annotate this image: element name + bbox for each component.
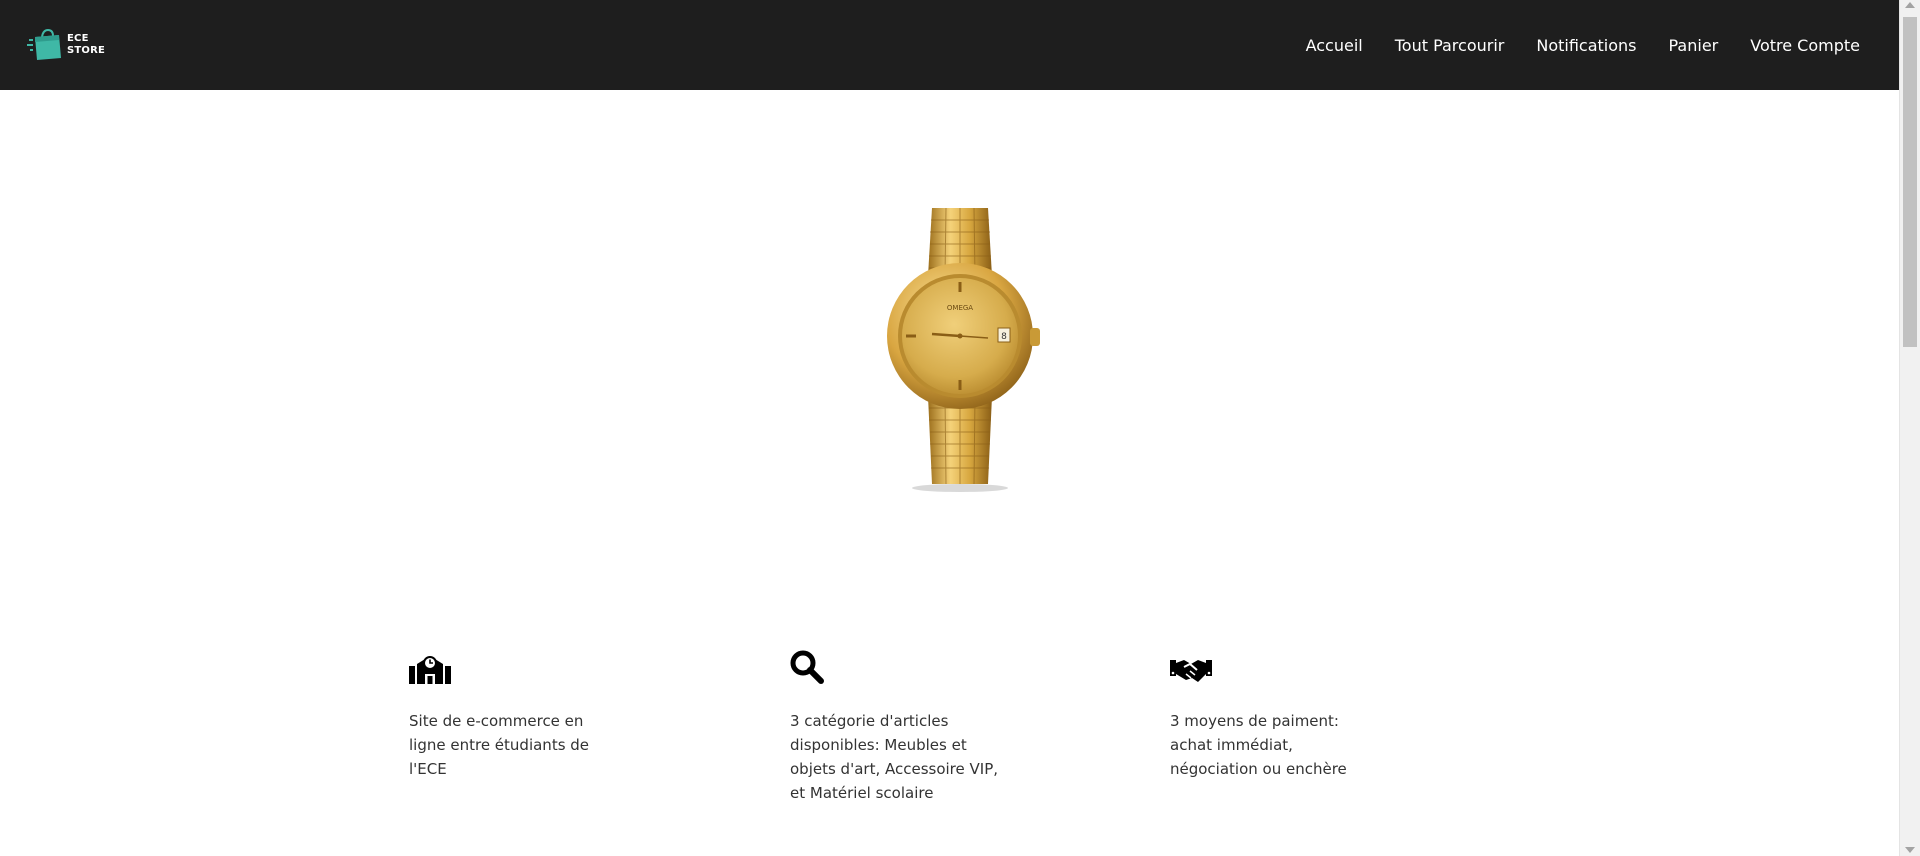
handshake-icon xyxy=(1170,640,1400,684)
feature-school: Site de e-commerce en ligne entre étudia… xyxy=(409,640,639,781)
nav-notifications[interactable]: Notifications xyxy=(1536,36,1636,55)
nav-votre-compte[interactable]: Votre Compte xyxy=(1750,36,1860,55)
svg-text:8: 8 xyxy=(1001,332,1007,342)
nav-links: Accueil Tout Parcourir Notifications Pan… xyxy=(1306,36,1860,55)
scroll-up-arrow-icon[interactable] xyxy=(1905,2,1915,8)
navbar: ECE STORE Accueil Tout Parcourir Notific… xyxy=(0,0,1899,90)
feature-payment: 3 moyens de paiment: achat immédiat, nég… xyxy=(1170,640,1400,781)
nav-panier[interactable]: Panier xyxy=(1669,36,1719,55)
shopping-bag-logo-icon xyxy=(27,28,61,60)
feature-school-text: Site de e-commerce en ligne entre étudia… xyxy=(409,712,590,778)
search-icon xyxy=(790,640,1020,684)
page-scrollbar[interactable] xyxy=(1899,0,1920,856)
scroll-down-arrow-icon[interactable] xyxy=(1905,847,1915,853)
hero-watch-image: 8 OMEGA xyxy=(870,196,1050,496)
nav-accueil[interactable]: Accueil xyxy=(1306,36,1363,55)
logo[interactable]: ECE STORE xyxy=(27,21,105,69)
svg-text:OMEGA: OMEGA xyxy=(947,304,973,312)
logo-text: ECE STORE xyxy=(67,33,106,56)
scrollbar-thumb[interactable] xyxy=(1903,17,1917,347)
feature-search-text: 3 catégorie d'articles disponibles: Meub… xyxy=(790,712,999,802)
gold-watch-image: 8 OMEGA xyxy=(887,207,1040,492)
nav-tout-parcourir[interactable]: Tout Parcourir xyxy=(1395,36,1505,55)
school-icon xyxy=(409,640,639,684)
feature-payment-text: 3 moyens de paiment: achat immédiat, nég… xyxy=(1170,712,1347,778)
feature-search: 3 catégorie d'articles disponibles: Meub… xyxy=(790,640,1020,805)
